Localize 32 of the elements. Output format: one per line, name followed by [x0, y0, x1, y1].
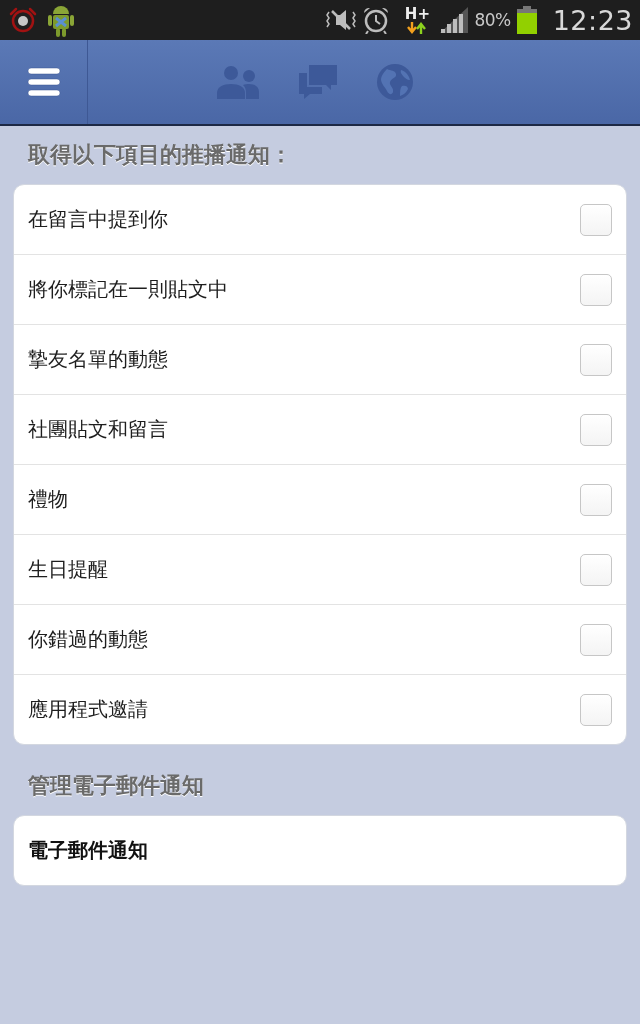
option-label: 應用程式邀請 [28, 696, 148, 723]
option-label: 摯友名單的動態 [28, 346, 168, 373]
option-label: 你錯過的動態 [28, 626, 148, 653]
data-arrows-icon [406, 22, 429, 34]
alarm-clock-icon [362, 6, 391, 34]
option-label: 禮物 [28, 486, 68, 513]
alarm-icon [8, 6, 38, 34]
email-notifications-button[interactable]: 電子郵件通知 [13, 815, 627, 886]
signal-icon [440, 7, 469, 33]
option-label: 在留言中提到你 [28, 206, 168, 233]
checkbox[interactable] [580, 273, 612, 306]
checkbox[interactable] [580, 553, 612, 586]
checkbox[interactable] [580, 413, 612, 446]
option-label: 生日提醒 [28, 556, 108, 583]
section-heading: 管理電子郵件通知 [28, 772, 204, 800]
section-heading: 取得以下項目的推播通知： [28, 141, 292, 169]
checkbox[interactable] [580, 623, 612, 656]
checkbox[interactable] [580, 203, 612, 236]
network-type: H+ [404, 6, 430, 22]
option-label: 將你標記在一則貼文中 [28, 276, 228, 303]
checkbox[interactable] [580, 483, 612, 516]
globe-icon[interactable] [377, 64, 413, 100]
checkbox[interactable] [580, 343, 612, 376]
friends-icon[interactable] [217, 65, 259, 99]
menu-icon [26, 67, 61, 97]
checkbox[interactable] [580, 693, 612, 726]
messages-icon[interactable] [299, 65, 337, 99]
clock-time: 12:23 [552, 4, 633, 36]
battery-percent: 80% [474, 10, 511, 30]
vibrate-mute-icon [326, 8, 357, 32]
battery-icon [516, 6, 537, 34]
option-label: 社團貼文和留言 [28, 416, 168, 443]
